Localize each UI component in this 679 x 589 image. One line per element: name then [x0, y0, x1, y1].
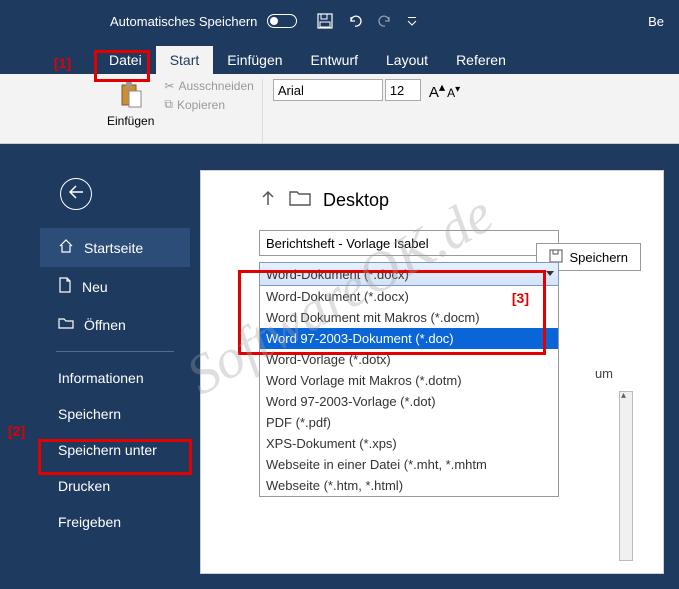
autosave-label: Automatisches Speichern	[110, 14, 257, 29]
annotation-1-label: [1]	[54, 55, 71, 71]
sidebar-label-share: Freigeben	[58, 514, 121, 530]
sidebar-label-new: Neu	[82, 279, 108, 295]
filetype-option[interactable]: PDF (*.pdf)	[260, 412, 558, 433]
scissors-icon: ✂	[164, 79, 174, 93]
sidebar-label-saveas: Speichern unter	[58, 442, 157, 458]
undo-icon[interactable]	[347, 13, 363, 29]
folder-icon	[289, 189, 311, 212]
copy-button[interactable]: ⧉ Kopieren	[164, 97, 253, 112]
filetype-selected: Word-Dokument (*.docx)	[266, 267, 409, 282]
filetype-combo[interactable]: Word-Dokument (*.docx)	[259, 262, 559, 286]
filetype-option[interactable]: Word 97-2003-Vorlage (*.dot)	[260, 391, 558, 412]
font-size-combo[interactable]: 12	[385, 79, 421, 101]
cut-label: Ausschneiden	[178, 79, 253, 93]
tab-layout[interactable]: Layout	[372, 46, 442, 74]
filetype-option[interactable]: Webseite (*.htm, *.html)	[260, 475, 558, 496]
font-name-value: Arial	[278, 83, 304, 98]
save-button-label: Speichern	[569, 250, 628, 265]
filetype-option[interactable]: XPS-Dokument (*.xps)	[260, 433, 558, 454]
paste-label: Einfügen	[107, 114, 154, 128]
sidebar-label-print: Drucken	[58, 478, 110, 494]
truncated-text: um	[595, 366, 613, 381]
sidebar-label-open: Öffnen	[84, 317, 126, 333]
location-label: Desktop	[323, 190, 389, 211]
tab-start[interactable]: Start	[156, 46, 214, 74]
back-button[interactable]	[60, 178, 92, 210]
sidebar-item-informationen[interactable]: Informationen	[40, 360, 190, 396]
tab-entwurf[interactable]: Entwurf	[297, 46, 372, 74]
scrollbar[interactable]	[619, 391, 633, 561]
sidebar-item-speichern-unter[interactable]: Speichern unter	[40, 432, 190, 468]
sidebar-item-oeffnen[interactable]: Öffnen	[40, 306, 190, 343]
copy-label: Kopieren	[177, 98, 225, 112]
up-arrow-icon[interactable]	[259, 189, 277, 212]
annotation-3-label: [3]	[512, 290, 529, 306]
back-arrow-icon	[68, 185, 84, 204]
sidebar-label-home: Startseite	[84, 240, 143, 256]
font-name-combo[interactable]: Arial	[273, 79, 383, 101]
filename-input[interactable]	[259, 230, 559, 256]
copy-icon: ⧉	[164, 97, 173, 112]
home-icon	[58, 238, 74, 257]
sidebar-separator	[56, 351, 174, 352]
filetype-option[interactable]: Webseite in einer Datei (*.mht, *.mhtm	[260, 454, 558, 475]
redo-icon[interactable]	[377, 13, 393, 29]
filetype-option[interactable]: Word-Vorlage (*.dotx)	[260, 349, 558, 370]
new-doc-icon	[58, 277, 72, 296]
cut-button[interactable]: ✂ Ausschneiden	[164, 79, 253, 93]
sidebar-item-neu[interactable]: Neu	[40, 267, 190, 306]
filetype-option[interactable]: Word Dokument mit Makros (*.docm)	[260, 307, 558, 328]
sidebar-item-freigeben[interactable]: Freigeben	[40, 504, 190, 540]
sidebar-item-speichern[interactable]: Speichern	[40, 396, 190, 432]
tab-referenzen[interactable]: Referen	[442, 46, 520, 74]
clipboard-icon	[119, 81, 143, 112]
font-size-value: 12	[390, 83, 404, 98]
sidebar-item-drucken[interactable]: Drucken	[40, 468, 190, 504]
folder-open-icon	[58, 316, 74, 333]
filetype-option[interactable]: Word 97-2003-Dokument (*.doc)	[260, 328, 558, 349]
save-icon[interactable]	[317, 13, 333, 29]
qat-dropdown-icon[interactable]	[407, 16, 417, 26]
sidebar-label-info: Informationen	[58, 370, 144, 386]
grow-font-icon[interactable]: A▴	[429, 79, 445, 101]
tab-einfuegen[interactable]: Einfügen	[213, 46, 296, 74]
sidebar-label-save: Speichern	[58, 406, 121, 422]
filetype-dropdown-list: Word-Dokument (*.docx) Word Dokument mit…	[259, 286, 559, 497]
shrink-font-icon[interactable]: A▾	[447, 84, 460, 100]
autosave-toggle[interactable]	[267, 14, 297, 28]
filetype-option[interactable]: Word Vorlage mit Makros (*.dotm)	[260, 370, 558, 391]
title-right-text: Be	[648, 14, 664, 29]
paste-button[interactable]: Einfügen	[103, 79, 158, 130]
tab-datei[interactable]: Datei	[95, 46, 156, 74]
sidebar-item-startseite[interactable]: Startseite	[40, 228, 190, 267]
annotation-2-label: [2]	[8, 423, 25, 439]
chevron-down-icon	[546, 271, 554, 276]
